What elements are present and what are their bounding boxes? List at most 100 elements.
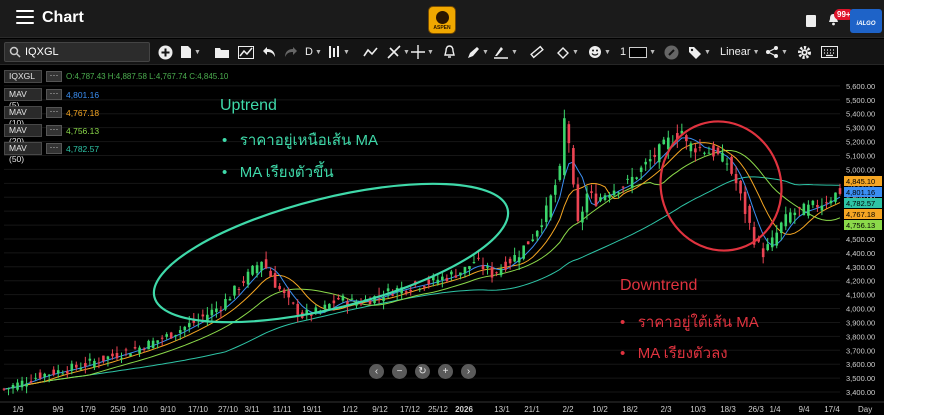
bar-style-icon[interactable]: ▼ xyxy=(327,44,350,60)
indicator-options-button[interactable]: ··· xyxy=(46,89,62,100)
candle-body xyxy=(463,267,467,274)
candle-body xyxy=(56,370,60,374)
candle-body xyxy=(111,353,114,357)
candle-body xyxy=(725,163,729,165)
indicator-options-button[interactable]: ··· xyxy=(46,143,62,154)
downtrend-title: Downtrend xyxy=(620,277,698,294)
x-tick-label: 25/9 xyxy=(110,405,126,414)
candle-body xyxy=(703,152,706,154)
uptrend-bullet: • MA เรียงตัวขึ้น xyxy=(222,164,334,181)
add-button[interactable] xyxy=(158,44,173,60)
indicator-value: 4,756.13 xyxy=(66,125,100,136)
candle-body xyxy=(779,222,783,233)
candle-body xyxy=(838,188,842,194)
indicator-options-button[interactable]: ··· xyxy=(46,125,62,136)
emoji-icon[interactable]: ▼ xyxy=(588,44,611,60)
candle-body xyxy=(178,330,182,334)
candle-body xyxy=(554,185,557,195)
new-file-icon[interactable]: ▼ xyxy=(180,44,201,60)
candle-body xyxy=(802,203,806,216)
candle-body xyxy=(811,200,815,206)
search-input[interactable] xyxy=(25,45,145,59)
candle-body xyxy=(517,257,521,263)
chart-toolbar: ▼ D▼ ▼ ▼ ▼ ▼ xyxy=(0,39,884,65)
candle-body xyxy=(617,192,620,194)
candle-body xyxy=(730,156,733,174)
scroll-right-button[interactable]: › xyxy=(461,364,476,379)
indicator-value: 4,782.57 xyxy=(66,143,100,154)
candle-body xyxy=(707,152,711,154)
candle-body xyxy=(291,302,295,304)
x-tick-label: 11/11 xyxy=(273,405,292,414)
alert-bell-icon[interactable] xyxy=(443,44,456,60)
candle-body xyxy=(572,148,575,185)
fill-color-icon[interactable]: ▼ xyxy=(556,44,579,60)
candle-body xyxy=(70,363,74,371)
candle-body xyxy=(834,192,837,202)
ialgo-badge[interactable]: iALGO xyxy=(850,9,882,33)
candle-body xyxy=(662,139,666,145)
y-tick-label: 3,700.00 xyxy=(846,346,875,355)
candle-body xyxy=(436,279,440,284)
crosshair-icon[interactable]: ▼ xyxy=(411,44,434,60)
candle-body xyxy=(698,146,702,148)
menu-icon[interactable] xyxy=(16,10,34,26)
x-tick-label: 9/4 xyxy=(798,405,810,414)
text-tool-icon[interactable]: ▼ xyxy=(493,44,518,60)
zoom-out-button[interactable]: − xyxy=(392,364,407,379)
candle-body xyxy=(156,340,159,343)
x-tick-label: 2026 xyxy=(455,405,473,414)
candle-body xyxy=(418,288,422,290)
candle-body xyxy=(47,374,51,376)
scroll-left-button[interactable]: ‹ xyxy=(369,364,384,379)
trend-line-icon[interactable] xyxy=(363,44,378,60)
keyboard-icon[interactable] xyxy=(821,44,838,60)
line-width-selector[interactable]: 1 ▼ xyxy=(620,44,656,60)
aspen-logo[interactable]: ASPEN xyxy=(428,6,456,34)
interval-selector[interactable]: D ▼ xyxy=(305,44,322,60)
candle-body xyxy=(694,148,697,153)
logo-text: ASPEN xyxy=(433,24,451,31)
tag-icon[interactable]: ▼ xyxy=(688,44,711,60)
ruler-icon[interactable] xyxy=(530,44,544,60)
candle-body xyxy=(84,363,87,367)
symbol-legend-name: IQXGL xyxy=(4,70,42,83)
share-icon[interactable]: ▼ xyxy=(765,44,788,60)
undo-icon[interactable] xyxy=(262,44,276,60)
redo-icon[interactable] xyxy=(284,44,298,60)
candle-body xyxy=(508,258,512,264)
candle-body xyxy=(282,289,286,294)
x-tick-label: 10/3 xyxy=(690,405,706,414)
pen-icon[interactable]: ▼ xyxy=(467,44,489,60)
document-icon[interactable] xyxy=(806,15,816,27)
cross-line-icon[interactable]: ▼ xyxy=(387,44,410,60)
x-tick-label: 17/9 xyxy=(80,405,96,414)
chart-plot-area[interactable]: 3,400.00 3,500.00 3,600.00 3,700.00 3,800.00… xyxy=(0,66,884,415)
symbol-options-button[interactable]: ··· xyxy=(46,71,62,82)
y-tick-label: 5,400.00 xyxy=(846,110,875,119)
zoom-in-button[interactable]: + xyxy=(438,364,453,379)
chart-type-icon[interactable] xyxy=(238,44,254,60)
indicator-name: MAV (50) xyxy=(4,142,42,164)
x-tick-label: 13/1 xyxy=(494,405,510,414)
settings-gear-icon[interactable] xyxy=(797,44,812,60)
scale-selector[interactable]: Linear ▼ xyxy=(720,44,760,60)
candle-body xyxy=(233,285,236,296)
candle-body xyxy=(106,356,110,360)
x-tick-label: 10/2 xyxy=(592,405,608,414)
scale-label: Linear xyxy=(720,46,751,58)
folder-icon[interactable] xyxy=(214,44,230,60)
x-tick-label: 19/11 xyxy=(302,405,322,414)
indicator-name: MAV (20) xyxy=(4,124,42,146)
candle-body xyxy=(608,194,611,198)
y-tick-label: 3,500.00 xyxy=(846,374,875,383)
link-icon[interactable] xyxy=(664,44,679,60)
candle-body xyxy=(721,152,724,162)
candle-body xyxy=(260,261,263,271)
candle-body xyxy=(409,290,413,292)
price-chart[interactable]: 3,400.00 3,500.00 3,600.00 3,700.00 3,800.00… xyxy=(0,66,884,415)
symbol-search[interactable] xyxy=(4,42,150,62)
app-title: Chart xyxy=(42,9,84,26)
indicator-options-button[interactable]: ··· xyxy=(46,107,62,118)
reset-view-button[interactable]: ↻ xyxy=(415,364,430,379)
